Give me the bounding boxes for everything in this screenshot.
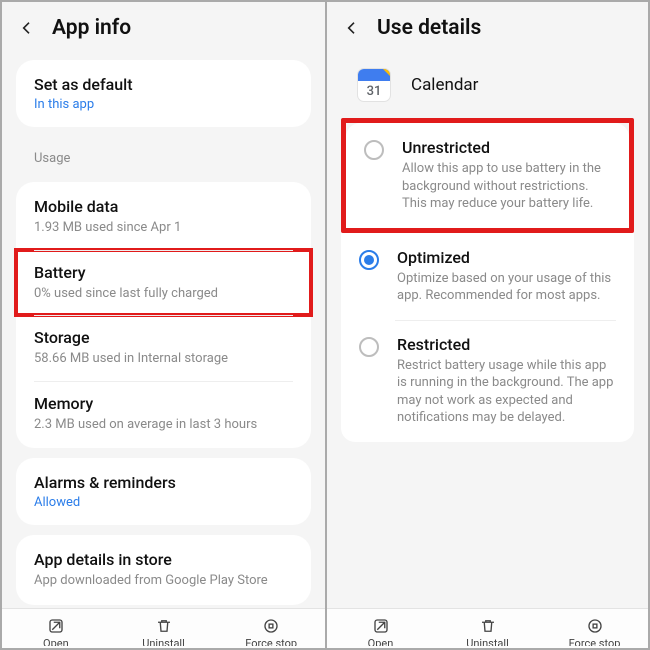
use-details-content: 31 Calendar Unrestricted Allow this app … [327,50,648,608]
option-restricted[interactable]: Restricted Restrict battery usage while … [341,320,634,442]
back-icon[interactable] [341,17,363,39]
app-info-header: App info [2,2,325,50]
optimized-label: Optimized [397,248,618,267]
open-button[interactable]: Open [2,617,110,646]
open-icon [372,617,390,635]
force-stop-icon [262,617,280,635]
unrestricted-label: Unrestricted [402,138,613,157]
store-sub: App downloaded from Google Play Store [34,572,293,590]
restricted-label: Restricted [397,335,618,354]
page-title: Use details [377,16,481,40]
uninstall-button[interactable]: Uninstall [434,617,541,646]
storage-sub: 58.66 MB used in Internal storage [34,350,293,368]
storage-label: Storage [34,328,293,347]
memory-row[interactable]: Memory 2.3 MB used on average in last 3 … [16,381,311,447]
open-label: Open [43,638,69,646]
calendar-icon-day: 31 [358,81,390,101]
uninstall-label: Uninstall [142,638,185,646]
unrestricted-sub: Allow this app to use battery in the bac… [402,160,613,213]
set-default-label: Set as default [34,75,293,94]
force-stop-button[interactable]: Force stop [541,617,648,646]
radio-optimized-icon [359,250,379,270]
app-name: Calendar [411,75,478,95]
radio-unrestricted-icon [364,140,384,160]
option-optimized[interactable]: Optimized Optimize based on your usage o… [341,233,634,320]
usage-card: Mobile data 1.93 MB used since Apr 1 Bat… [16,182,311,448]
trash-icon [155,617,173,635]
open-label: Open [368,638,394,646]
usage-section-label: Usage [12,137,315,172]
page-title: App info [52,16,131,40]
memory-label: Memory [34,394,293,413]
mobile-data-sub: 1.93 MB used since Apr 1 [34,219,293,237]
trash-icon [479,617,497,635]
force-stop-label: Force stop [245,638,297,646]
open-button[interactable]: Open [327,617,434,646]
use-details-header: Use details [327,2,648,50]
alarms-card[interactable]: Alarms & reminders Allowed [16,458,311,525]
calendar-app-icon: 31 [357,68,391,102]
open-icon [47,617,65,635]
optimized-sub: Optimize based on your usage of this app… [397,270,618,305]
radio-restricted-icon [359,337,379,357]
app-identity-row: 31 Calendar [337,50,638,118]
bottom-bar: Open Uninstall Force stop [327,608,648,648]
use-details-pane: Use details 31 Calendar Unrestricted All… [325,2,648,648]
restricted-sub: Restrict battery usage while this app is… [397,357,618,427]
memory-sub: 2.3 MB used on average in last 3 hours [34,416,293,434]
app-info-content: Set as default In this app Usage Mobile … [2,50,325,608]
app-info-pane: App info Set as default In this app Usag… [2,2,325,648]
battery-label: Battery [34,263,293,282]
store-label: App details in store [34,550,293,569]
unrestricted-highlight: Unrestricted Allow this app to use batte… [341,118,634,233]
bottom-bar: Open Uninstall Force stop [2,608,325,648]
mobile-data-row[interactable]: Mobile data 1.93 MB used since Apr 1 [16,184,311,250]
force-stop-button[interactable]: Force stop [217,617,325,646]
option-unrestricted[interactable]: Unrestricted Allow this app to use batte… [346,123,629,228]
alarms-sub: Allowed [34,495,293,510]
battery-sub: 0% used since last fully charged [34,285,293,303]
set-default-sub: In this app [34,97,293,112]
battery-row[interactable]: Battery 0% used since last fully charged [16,250,311,316]
force-stop-label: Force stop [569,638,621,646]
uninstall-button[interactable]: Uninstall [110,617,218,646]
storage-row[interactable]: Storage 58.66 MB used in Internal storag… [16,315,311,381]
uninstall-label: Uninstall [466,638,509,646]
force-stop-icon [586,617,604,635]
store-card[interactable]: App details in store App downloaded from… [16,535,311,605]
back-icon[interactable] [16,17,38,39]
mobile-data-label: Mobile data [34,197,293,216]
set-default-card[interactable]: Set as default In this app [16,60,311,127]
alarms-label: Alarms & reminders [34,473,293,492]
